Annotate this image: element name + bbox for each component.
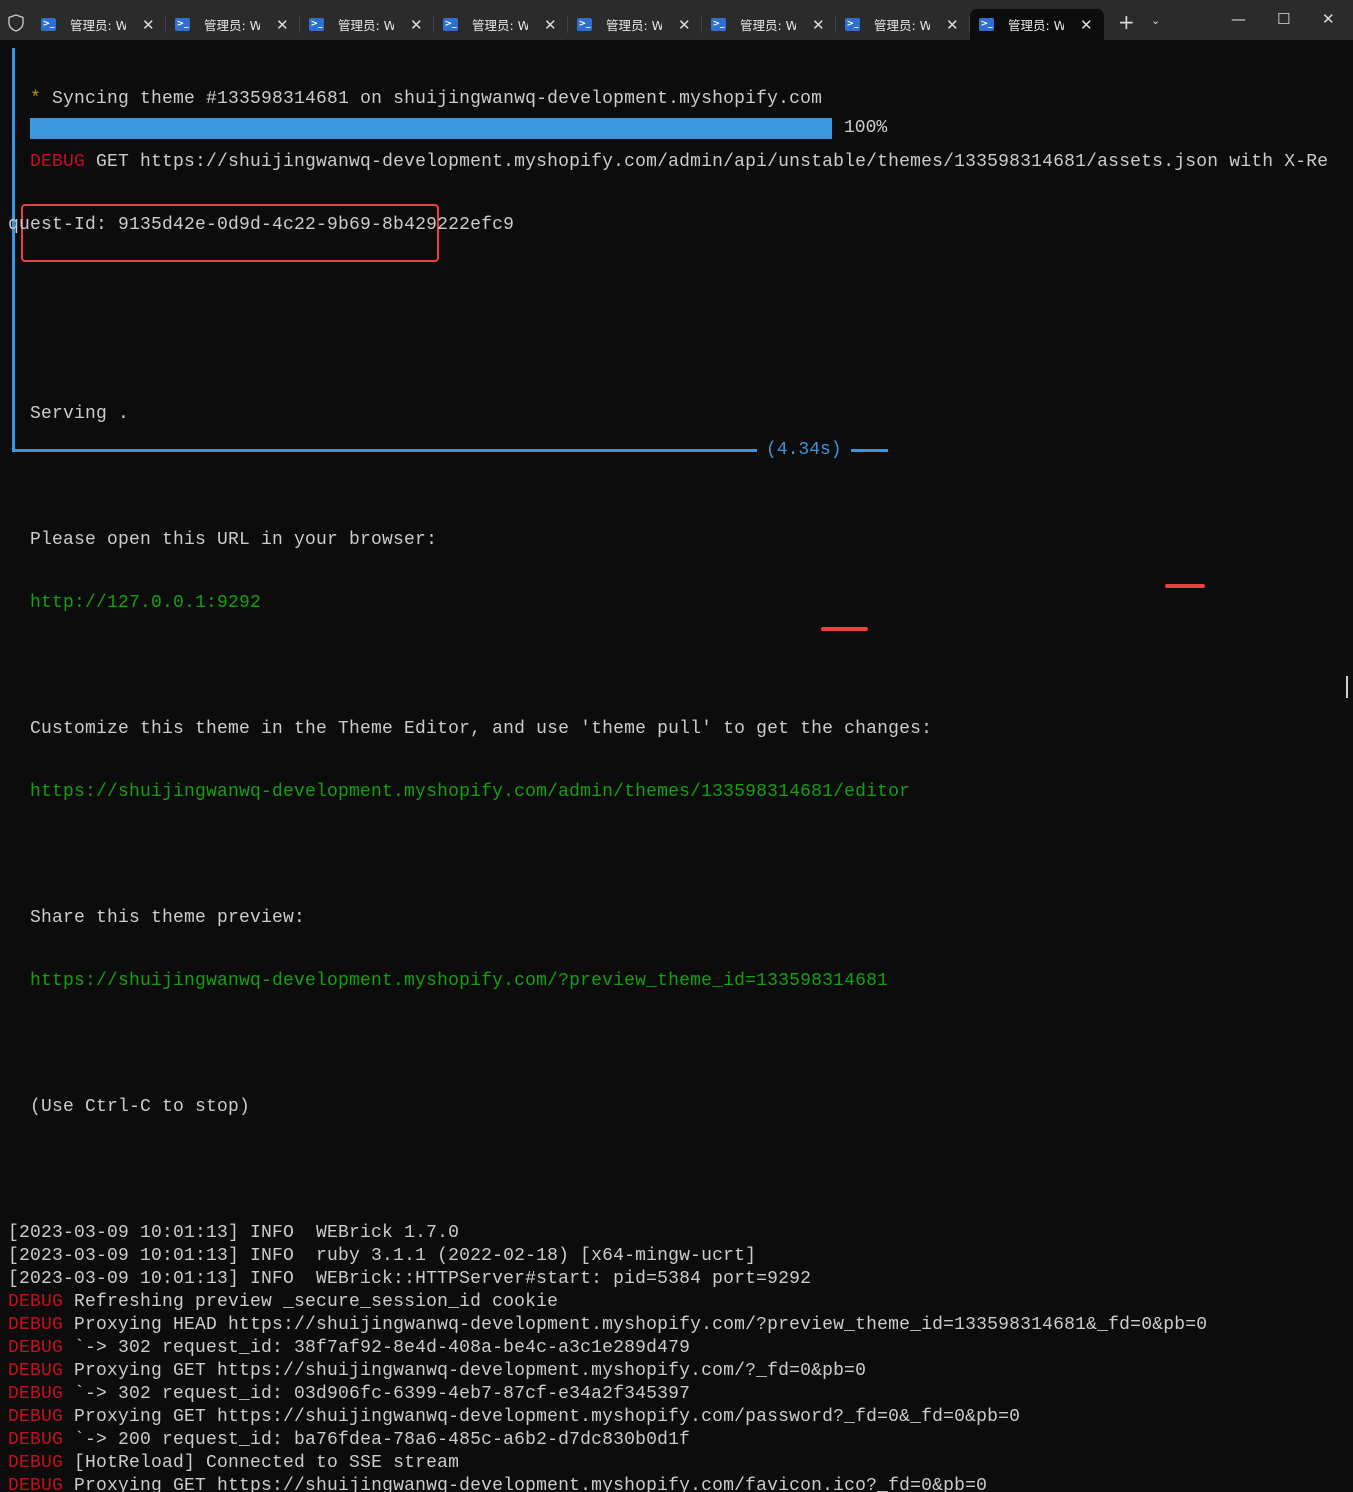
serving-line: Serving . [30,404,130,424]
log-line: DEBUG `-> 200 request_id: ba76fdea-78a6-… [0,1429,1353,1452]
local-url-link[interactable]: http://127.0.0.1:9292 [0,592,1353,615]
close-tab-icon[interactable]: ✕ [812,16,825,34]
powershell-icon: >_ [577,18,592,31]
log-line: DEBUG `-> 302 request_id: 38f7af92-8e4d-… [0,1337,1353,1360]
debug-label: DEBUG [30,152,86,172]
tab-label: 管理员: Windows PowerShell [472,18,528,33]
powershell-icon: >_ [979,18,994,31]
log-line: [2023-03-09 10:01:13] INFO WEBrick 1.7.0 [0,1222,1353,1245]
log-line: DEBUG `-> 302 request_id: 03d906fc-6399-… [0,1383,1353,1406]
log-text: `-> 302 request_id: 03d906fc-6399-4eb7-8… [63,1384,691,1404]
powershell-icon: >_ [443,18,458,31]
tab-dropdown-button[interactable]: ⌄ [1151,14,1160,27]
close-tab-icon[interactable]: ✕ [410,16,423,34]
tab[interactable]: >_ 管理员: Windows PowerShell ✕ [702,9,836,40]
log-line: DEBUG Proxying GET https://shuijingwanwq… [0,1406,1353,1429]
editor-url-link[interactable]: https://shuijingwanwq-development.myshop… [0,781,1353,804]
close-tab-icon[interactable]: ✕ [678,16,691,34]
debug-label: DEBUG [8,1315,64,1335]
close-tab-icon[interactable]: ✕ [946,16,959,34]
close-tab-icon[interactable]: ✕ [1080,16,1093,34]
new-tab-button[interactable]: + [1118,10,1135,34]
maximize-button[interactable]: ☐ [1277,10,1290,28]
tab-label: 管理员: Windows PowerShell [606,18,662,33]
tab[interactable]: >_ 管理员: Windows PowerShell ✕ [434,9,568,40]
share-label: Share this theme preview: [30,908,306,928]
log-text: Proxying GET https://shuijingwanwq-devel… [63,1407,1021,1427]
powershell-icon: >_ [845,18,860,31]
close-window-button[interactable]: ✕ [1322,10,1335,28]
underline-annotation [821,627,868,631]
log-line: DEBUG Proxying GET https://shuijingwanwq… [0,1360,1353,1383]
open-url-label: Please open this URL in your browser: [30,530,438,550]
sync-text: Syncing theme #133598314681 on shuijingw… [41,89,823,109]
close-tab-icon[interactable]: ✕ [544,16,557,34]
debug-label: DEBUG [8,1407,64,1427]
debug-label: DEBUG [8,1384,64,1404]
scrollbar-thumb[interactable] [1346,676,1348,698]
tab[interactable]: >_ 管理员: Windows PowerShell ✕ [166,9,300,40]
tab-label: 管理员: Windows PowerShell [204,18,260,33]
debug-get-text: GET https://shuijingwanwq-development.my… [85,152,1329,172]
terminal-output[interactable]: * Syncing theme #133598314681 on shuijin… [0,48,1353,1492]
preview-url-link[interactable]: https://shuijingwanwq-development.myshop… [0,970,1353,993]
log-line: [2023-03-09 10:01:13] INFO ruby 3.1.1 (2… [0,1245,1353,1268]
minimize-button[interactable]: — [1231,10,1246,28]
underline-annotation [1165,584,1205,588]
tab-label: 管理员: Windows PowerShell [338,18,394,33]
tab[interactable]: >_ 管理员: Windows PowerShell ✕ [32,9,166,40]
tab[interactable]: >_ 管理员: Windows PowerShell ✕ [970,9,1104,40]
sync-line: * Syncing theme #133598314681 on shuijin… [0,88,1353,111]
customize-label: Customize this theme in the Theme Editor… [30,719,933,739]
tab-label: 管理员: Windows PowerShell [874,18,930,33]
log-text: [2023-03-09 10:01:13] INFO ruby 3.1.1 (2… [8,1246,757,1266]
debug-get-line: DEBUG GET https://shuijingwanwq-developm… [0,151,1353,174]
debug-label: DEBUG [8,1292,64,1312]
powershell-icon: >_ [711,18,726,31]
debug-label: DEBUG [8,1453,64,1473]
star-marker: * [30,89,42,109]
tab-label: 管理员: Windows PowerShell [1008,18,1064,33]
log-text: [2023-03-09 10:01:13] INFO WEBrick::HTTP… [8,1269,812,1289]
tab[interactable]: >_ 管理员: Windows PowerShell ✕ [836,9,970,40]
tab-label: 管理员: Windows PowerShell [70,18,126,33]
debug-label: DEBUG [8,1338,64,1358]
debug-label: DEBUG [8,1430,64,1450]
tab-label: 管理员: Windows PowerShell [740,18,796,33]
log-text: [2023-03-09 10:01:13] INFO WEBrick 1.7.0 [8,1223,460,1243]
log-text: `-> 200 request_id: ba76fdea-78a6-485c-a… [63,1430,691,1450]
shield-icon [8,14,24,32]
stop-hint: (Use Ctrl-C to stop) [30,1097,251,1117]
close-tab-icon[interactable]: ✕ [276,16,289,34]
debug-label: DEBUG [8,1476,64,1492]
log-text: Proxying GET https://shuijingwanwq-devel… [63,1476,988,1492]
tab[interactable]: >_ 管理员: Windows PowerShell ✕ [300,9,434,40]
log-line: DEBUG Proxying HEAD https://shuijingwanw… [0,1314,1353,1337]
log-text: Proxying HEAD https://shuijingwanwq-deve… [63,1315,1208,1335]
powershell-icon: >_ [309,18,324,31]
powershell-icon: >_ [41,18,56,31]
debug-label: DEBUG [8,1361,64,1381]
log-text: [HotReload] Connected to SSE stream [63,1453,460,1473]
tab-bar: >_ 管理员: Windows PowerShell ✕ >_ 管理员: Windows… [0,0,1353,40]
debug-get-wrap: quest-Id: 9135d42e-0d9d-4c22-9b69-8b4292… [8,215,515,235]
powershell-icon: >_ [175,18,190,31]
log-text: Proxying GET https://shuijingwanwq-devel… [63,1361,867,1381]
log-text: `-> 302 request_id: 38f7af92-8e4d-408a-b… [63,1338,691,1358]
log-line: DEBUG Refreshing preview _secure_session… [0,1291,1353,1314]
log-line: DEBUG Proxying GET https://shuijingwanwq… [0,1475,1353,1492]
close-tab-icon[interactable]: ✕ [142,16,155,34]
log-line: [2023-03-09 10:01:13] INFO WEBrick::HTTP… [0,1268,1353,1291]
log-text: Refreshing preview _secure_session_id co… [63,1292,559,1312]
tab[interactable]: >_ 管理员: Windows PowerShell ✕ [568,9,702,40]
log-line: DEBUG [HotReload] Connected to SSE strea… [0,1452,1353,1475]
